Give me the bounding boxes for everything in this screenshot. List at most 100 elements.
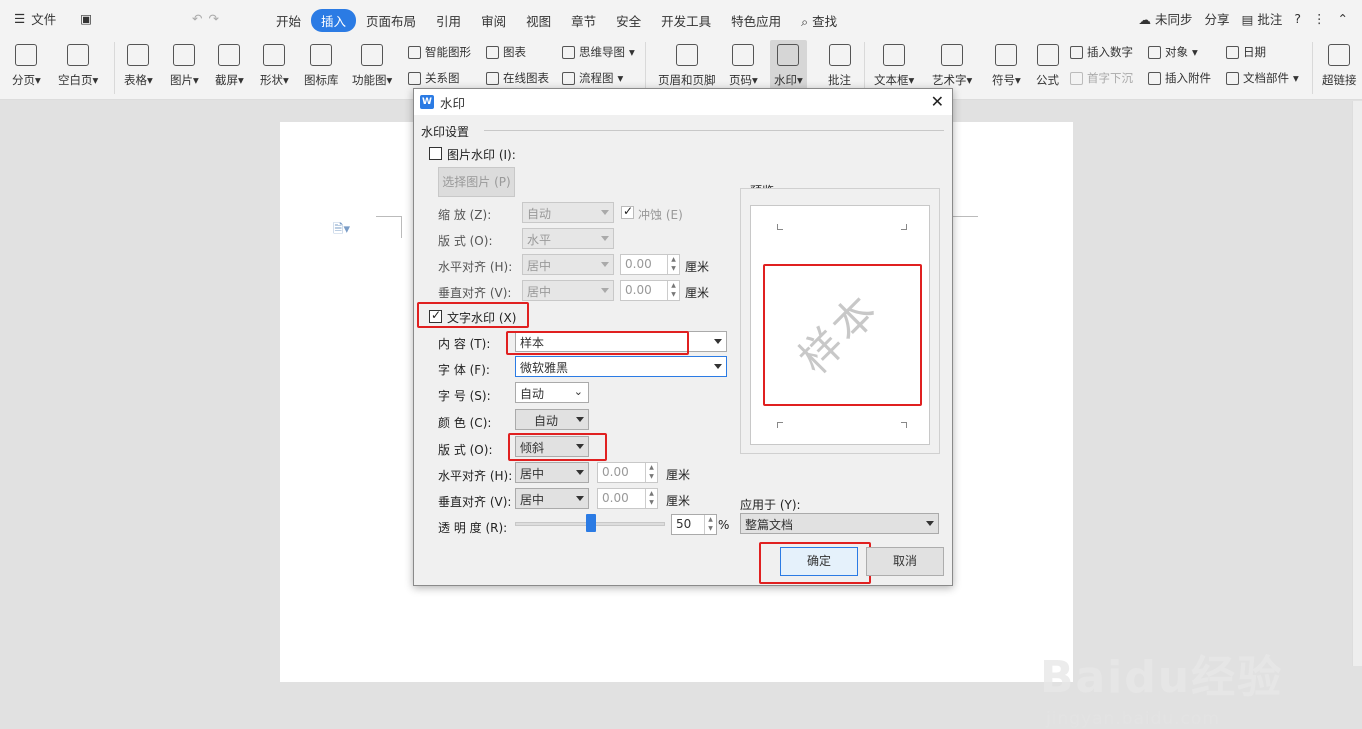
blank-page-label: 空白页 (58, 73, 93, 87)
font-select[interactable]: 微软雅黑 (515, 356, 727, 377)
text-valign-spinner[interactable]: 0.00 ▲ ▼ (597, 488, 658, 509)
transparency-slider-thumb[interactable] (586, 514, 596, 532)
flowchart-button[interactable]: 流程图 ▾ (562, 70, 623, 86)
close-icon[interactable]: ✕ (931, 92, 944, 111)
online-chart-button[interactable]: 在线图表 (486, 70, 549, 86)
wps-logo-icon: W (420, 95, 434, 109)
drop-cap-button[interactable]: 首字下沉 (1070, 70, 1133, 86)
symbol-button[interactable]: 符号▾ (992, 44, 1021, 88)
hamburger-icon[interactable]: ☰ (14, 11, 25, 26)
shape-button[interactable]: 形状▾ (260, 44, 289, 88)
smart-graphic-button[interactable]: 智能图形 (408, 44, 471, 60)
icon-library-label: 图标库 (304, 73, 339, 87)
halign-select[interactable]: 居中 (522, 254, 614, 275)
search-icon[interactable]: ⌕ 查找 (791, 11, 847, 30)
chart-label: 图表 (503, 45, 526, 59)
more-icon[interactable]: ⋮ (1313, 11, 1326, 26)
size-select[interactable]: 自动 ⌄ (515, 382, 589, 403)
tab-view[interactable]: 视图 (516, 11, 561, 30)
file-menu[interactable]: 文件 (31, 9, 56, 28)
dialog-title-bar[interactable]: W 水印 ✕ (414, 89, 952, 115)
spinner-arrows-icon[interactable]: ▲ ▼ (667, 255, 679, 274)
comment-ribbon-label: 批注 (828, 73, 851, 87)
vertical-scrollbar[interactable] (1352, 101, 1362, 666)
text-halign-spinner[interactable]: 0.00 ▲ ▼ (597, 462, 658, 483)
date-button[interactable]: 日期 (1226, 44, 1266, 60)
collapse-icon[interactable]: ⌃ (1338, 11, 1348, 26)
header-footer-button[interactable]: 页眉和页脚 (658, 44, 716, 88)
mindmap-button[interactable]: 思维导图 ▾ (562, 44, 635, 60)
tab-developer[interactable]: 开发工具 (651, 11, 721, 30)
tab-security[interactable]: 安全 (606, 11, 651, 30)
highlight-ok (759, 542, 871, 584)
spinner-arrows-icon[interactable]: ▲ ▼ (645, 463, 657, 482)
layout-select[interactable]: 水平 (522, 228, 614, 249)
hyperlink-button[interactable]: 超链接 (1322, 44, 1357, 88)
blank-page-button[interactable]: 空白页▾ (58, 44, 98, 88)
tab-page-layout[interactable]: 页面布局 (356, 11, 426, 30)
scale-select[interactable]: 自动 (522, 202, 614, 223)
undo-icon[interactable]: ↶ (192, 11, 202, 26)
spinner-arrows-icon[interactable]: ▲ ▼ (645, 489, 657, 508)
tab-insert[interactable]: 插入 (311, 9, 357, 32)
textbox-button[interactable]: 文本框▾ (874, 44, 914, 88)
function-chart-button[interactable]: 功能图▾ (352, 44, 392, 88)
wordart-button[interactable]: 艺术字▾ (932, 44, 972, 88)
object-icon (1148, 45, 1161, 59)
spinner-arrows-icon[interactable]: ▲ ▼ (667, 281, 679, 300)
apply-to-select[interactable]: 整篇文档 (740, 513, 939, 534)
drop-cap-icon (1070, 71, 1083, 85)
omega-icon (995, 44, 1018, 66)
relation-chart-button[interactable]: 关系图 (408, 70, 460, 86)
washout-checkbox[interactable] (621, 204, 634, 219)
save-icon[interactable]: ▣ (80, 11, 92, 26)
tab-review[interactable]: 审阅 (471, 11, 516, 30)
screenshot-button[interactable]: 截屏▾ (215, 44, 244, 88)
online-chart-icon (486, 71, 499, 85)
page-number-button[interactable]: 页码▾ (729, 44, 758, 88)
cancel-button[interactable]: 取消 (866, 547, 944, 576)
share-button[interactable]: 分享 (1205, 9, 1230, 28)
calendar-icon (1226, 45, 1239, 59)
picture-icon (173, 44, 196, 66)
sync-status[interactable]: ☁ 未同步 (1139, 9, 1193, 28)
halign-label: 水平对齐 (H): (438, 260, 513, 274)
attachment-button[interactable]: 插入附件 (1148, 70, 1211, 86)
paragraph-icon[interactable]: 🗎▾ (333, 220, 350, 242)
tab-references[interactable]: 引用 (426, 11, 471, 30)
transparency-spinner[interactable]: 50 ▲ ▼ (671, 514, 717, 535)
spinner-arrows-icon[interactable]: ▲ ▼ (704, 515, 716, 534)
formula-button[interactable]: 公式 (1036, 44, 1059, 88)
picture-button[interactable]: 图片▾ (170, 44, 199, 88)
tab-features[interactable]: 特色应用 (721, 11, 791, 30)
halign-spinner[interactable]: 0.00 ▲ ▼ (620, 254, 680, 275)
tab-home[interactable]: 开始 (266, 11, 311, 30)
baidu-brand-text: Baidu经验 (1040, 652, 1284, 703)
chart-button[interactable]: 图表 (486, 44, 526, 60)
page-number-icon (732, 44, 755, 66)
icon-library-button[interactable]: 图标库 (304, 44, 339, 88)
valign-number: 0.00 (625, 283, 652, 297)
doc-parts-button[interactable]: 文档部件 ▾ (1226, 70, 1299, 86)
insert-number-button[interactable]: 插入数字 (1070, 44, 1133, 60)
page-break-button[interactable]: 分页▾ (12, 44, 41, 88)
chevron-down-icon (576, 496, 584, 501)
redo-icon[interactable]: ↷ (209, 11, 219, 26)
text-valign-select[interactable]: 居中 (515, 488, 589, 509)
text-halign-number: 0.00 (602, 465, 629, 479)
valign-spinner[interactable]: 0.00 ▲ ▼ (620, 280, 680, 301)
table-button[interactable]: 表格▾ (124, 44, 153, 88)
color-select[interactable]: 自动 (515, 409, 589, 430)
tab-section[interactable]: 章节 (561, 11, 606, 30)
font-value: 微软雅黑 (520, 361, 569, 375)
object-button[interactable]: 对象 ▾ (1148, 44, 1198, 60)
text-halign-select[interactable]: 居中 (515, 462, 589, 483)
valign-select[interactable]: 居中 (522, 280, 614, 301)
comment-menu[interactable]: ▤ 批注 (1242, 9, 1283, 28)
help-button[interactable]: ? (1294, 11, 1301, 26)
picture-watermark-checkbox[interactable] (429, 147, 442, 160)
select-picture-button[interactable]: 选择图片 (P) (438, 167, 515, 197)
watermark-button[interactable]: 水印▾ (770, 40, 807, 90)
halign-number: 0.00 (625, 257, 652, 271)
comment-button[interactable]: 批注 (828, 44, 851, 88)
